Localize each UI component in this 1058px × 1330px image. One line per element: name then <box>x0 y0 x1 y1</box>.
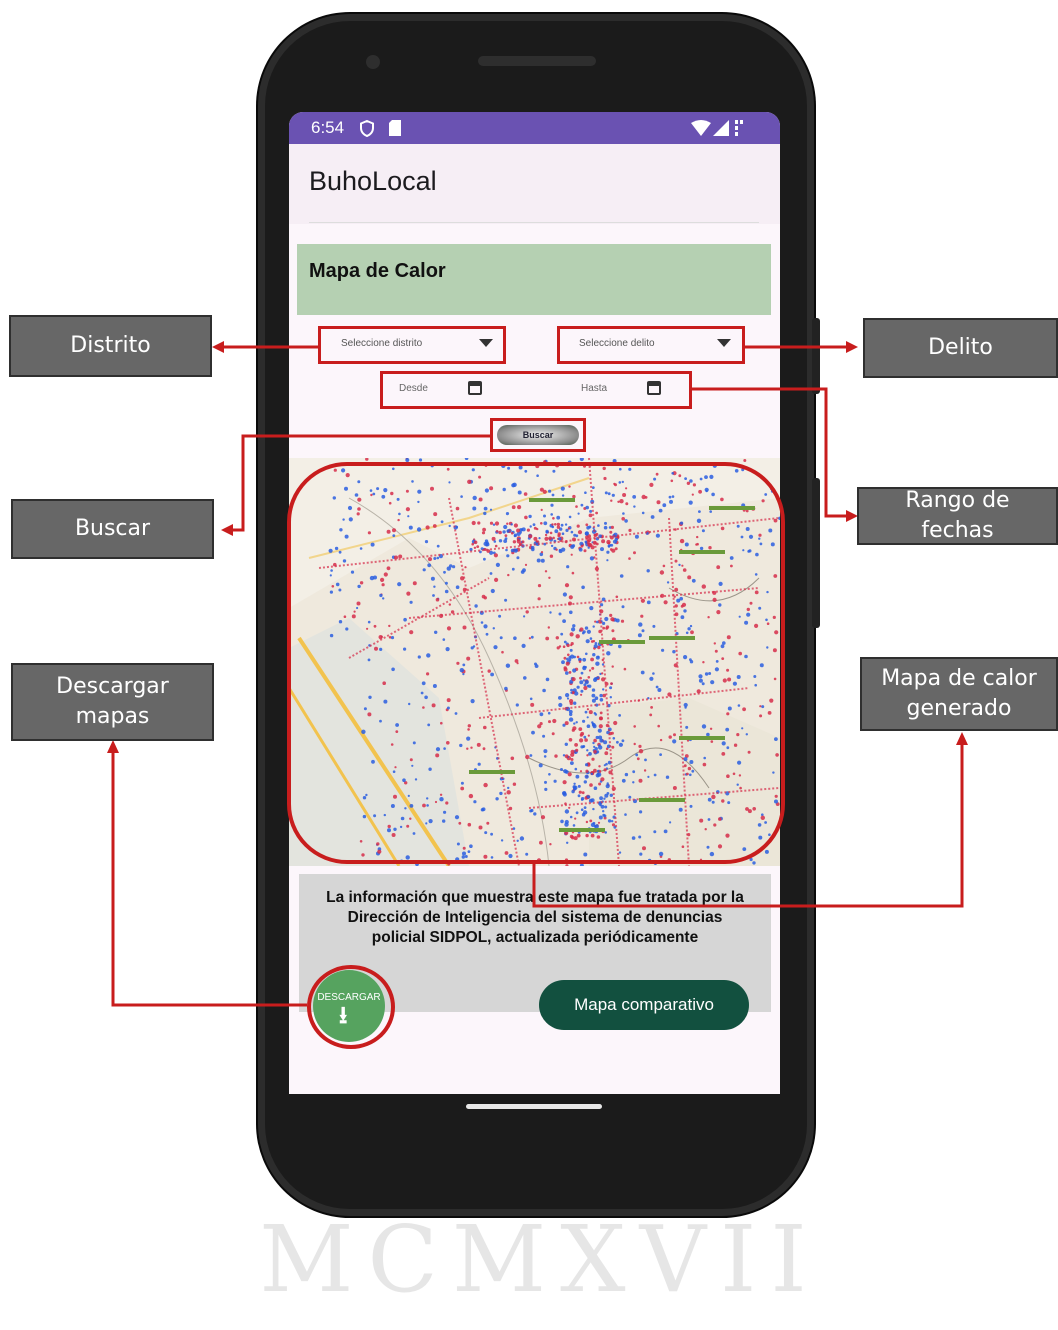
battery-dots-icon <box>735 120 743 136</box>
heat-point <box>743 459 747 462</box>
panel-title: Mapa de Calor <box>309 260 446 282</box>
district-highlight <box>318 326 506 364</box>
callout-delito: Delito <box>863 318 1058 378</box>
date-range-highlight <box>380 371 692 409</box>
app-divider <box>309 222 759 223</box>
earpiece-speaker <box>478 56 596 66</box>
front-camera <box>366 55 380 69</box>
callout-mapa-generado: Mapa de calor generado <box>860 657 1058 731</box>
volume-button <box>812 478 820 628</box>
info-text: La información que muestra este mapa fue… <box>326 889 744 946</box>
wifi-icon <box>691 120 711 136</box>
heat-point <box>752 861 756 865</box>
sd-card-icon <box>389 120 401 136</box>
status-bar: 6:54 <box>289 112 780 144</box>
home-indicator <box>466 1104 602 1109</box>
download-highlight <box>307 965 395 1049</box>
shield-icon <box>360 120 374 137</box>
power-button <box>812 318 820 394</box>
callout-rango-fechas: Rango de fechas <box>857 487 1058 545</box>
map-highlight <box>287 462 785 864</box>
crime-highlight <box>557 326 745 364</box>
callout-buscar: Buscar <box>11 499 214 559</box>
signal-icon <box>713 120 729 136</box>
app-title: BuhoLocal <box>309 166 437 196</box>
status-time: 6:54 <box>311 118 345 137</box>
heat-point <box>764 849 769 854</box>
callout-descargar-mapas: Descargar mapas <box>11 663 214 741</box>
callout-distrito: Distrito <box>9 315 212 377</box>
search-highlight <box>490 418 586 452</box>
compare-map-button[interactable]: Mapa comparativo <box>539 980 749 1030</box>
